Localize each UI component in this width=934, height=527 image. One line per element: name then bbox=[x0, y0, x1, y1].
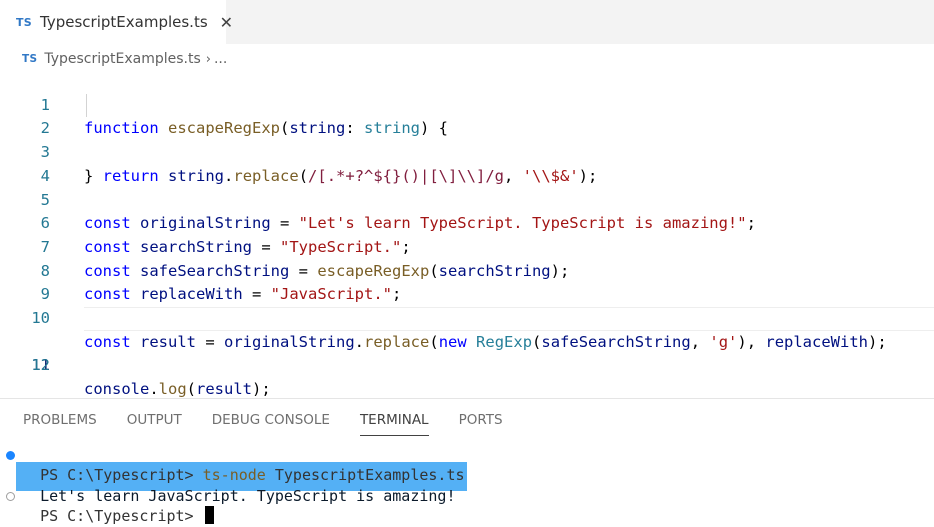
breadcrumb-file[interactable]: TypescriptExamples.ts bbox=[44, 51, 200, 67]
tab-debug-console[interactable]: DEBUG CONSOLE bbox=[212, 409, 330, 435]
code-line[interactable]: 12 console.log(result); bbox=[0, 331, 934, 398]
line-number: 12 bbox=[31, 356, 50, 375]
panel-tab-bar: PROBLEMS OUTPUT DEBUG CONSOLE TERMINAL P… bbox=[23, 409, 533, 436]
command-pending-icon[interactable] bbox=[6, 492, 15, 501]
command-success-icon[interactable] bbox=[6, 451, 15, 460]
terminal-output-line[interactable]: Let's learn JavaScript. TypeScript is am… bbox=[22, 466, 455, 505]
code-line[interactable]: 8 const replaceWith = "JavaScript."; bbox=[0, 236, 934, 304]
editor-tab[interactable]: TS TypescriptExamples.ts ✕ bbox=[0, 0, 233, 44]
close-icon[interactable]: ✕ bbox=[220, 13, 233, 32]
chevron-right-icon: › bbox=[205, 51, 211, 67]
code-line[interactable]: 6 const searchString = "TypeScript."; bbox=[0, 189, 934, 256]
terminal-cursor bbox=[204, 506, 214, 524]
typescript-file-icon: TS bbox=[22, 53, 38, 65]
code-line[interactable]: 3 } bbox=[0, 117, 934, 185]
code-line[interactable]: 7 const safeSearchString = escapeRegExp(… bbox=[0, 212, 934, 280]
editor-tab-bar: TS TypescriptExamples.ts ✕ bbox=[0, 0, 934, 44]
code-line-active[interactable]: 11 bbox=[0, 307, 934, 374]
code-line[interactable]: 4 bbox=[0, 141, 934, 185]
code-line[interactable]: 5 const originalString = "Let's learn Ty… bbox=[0, 165, 934, 233]
code-line[interactable]: 2 return string.replace(/[.*+?^${}()|[\]… bbox=[0, 93, 934, 185]
breadcrumb: TS TypescriptExamples.ts › ... bbox=[22, 48, 227, 70]
code-editor[interactable]: 1 function escapeRegExp(string: string) … bbox=[0, 70, 934, 398]
typescript-file-icon: TS bbox=[16, 15, 33, 29]
code-line[interactable]: 9 bbox=[0, 260, 934, 303]
tab-label: TypescriptExamples.ts bbox=[40, 13, 208, 31]
current-line-highlight bbox=[84, 307, 934, 331]
breadcrumb-ellipsis[interactable]: ... bbox=[214, 51, 227, 67]
indent-guide bbox=[86, 93, 87, 118]
tab-terminal[interactable]: TERMINAL bbox=[359, 409, 429, 436]
tab-output[interactable]: OUTPUT bbox=[127, 409, 182, 435]
tab-ports[interactable]: PORTS bbox=[459, 409, 503, 435]
terminal-line[interactable]: PS C:\Typescript> bbox=[22, 486, 214, 525]
terminal-line[interactable]: PS C:\Typescript> ts-node TypescriptExam… bbox=[22, 445, 464, 484]
code-line[interactable]: 10 const result = originalString.replace… bbox=[0, 283, 934, 351]
terminal-prompt: PS C:\Typescript> bbox=[40, 507, 203, 525]
tab-problems[interactable]: PROBLEMS bbox=[23, 409, 97, 435]
code-line[interactable]: 1 function escapeRegExp(string: string) … bbox=[0, 70, 934, 138]
